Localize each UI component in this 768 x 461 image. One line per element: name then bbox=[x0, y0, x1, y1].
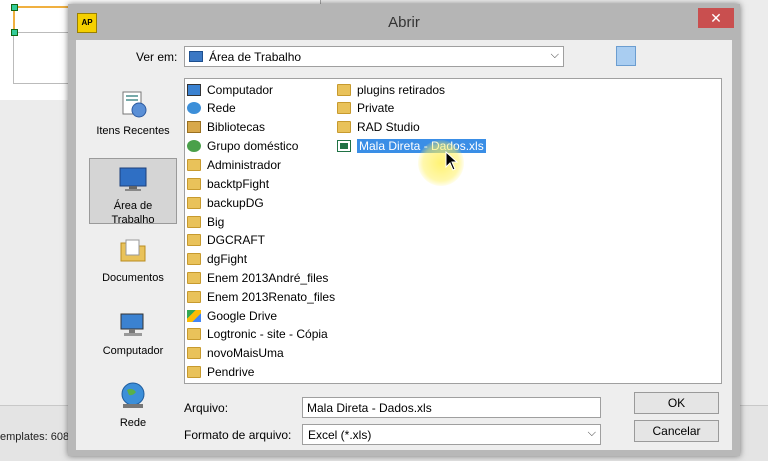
desktop-icon bbox=[119, 167, 147, 191]
dialog-body: Ver em: Área de Trabalho ⌵ Itens Recente… bbox=[76, 40, 732, 450]
computer-icon bbox=[120, 313, 144, 336]
place-label: Computador bbox=[102, 345, 164, 357]
desktop-icon bbox=[189, 51, 203, 62]
list-item[interactable]: backupDG bbox=[187, 194, 264, 212]
computer-icon bbox=[187, 84, 201, 96]
list-item[interactable]: Pendrive bbox=[187, 363, 254, 381]
dialog-titlebar[interactable]: AP Abrir ✕ bbox=[68, 4, 740, 40]
list-item[interactable]: DGCRAFT bbox=[187, 231, 265, 249]
folder-icon bbox=[187, 234, 201, 246]
status-text: emplates: 608 bbox=[0, 431, 70, 443]
place-label: Itens Recentes bbox=[96, 125, 170, 137]
close-button[interactable]: ✕ bbox=[698, 8, 734, 28]
place-label: Rede bbox=[119, 417, 147, 429]
filetype-value: Excel (*.xls) bbox=[308, 428, 372, 442]
documents-icon bbox=[120, 239, 146, 262]
folder-icon bbox=[337, 102, 351, 114]
place-computer[interactable]: Computador bbox=[89, 308, 177, 370]
folder-icon bbox=[337, 121, 351, 133]
list-item[interactable]: Google Drive bbox=[187, 307, 277, 325]
ok-button[interactable]: OK bbox=[634, 392, 719, 414]
folder-icon bbox=[187, 178, 201, 190]
list-item[interactable]: novoMaisUma bbox=[187, 344, 284, 362]
filename-label: Arquivo: bbox=[184, 401, 229, 415]
open-file-dialog: AP Abrir ✕ Ver em: Área de Trabalho ⌵ It… bbox=[68, 4, 740, 456]
list-item[interactable]: RAD Studio bbox=[337, 118, 420, 136]
user-folder-icon bbox=[187, 159, 201, 171]
list-item[interactable]: backtpFight bbox=[187, 175, 269, 193]
place-label: Área de Trabalho bbox=[111, 200, 155, 226]
homegroup-icon bbox=[187, 140, 201, 152]
lookin-label: Ver em: bbox=[136, 50, 178, 64]
file-list[interactable]: Computador Rede Bibliotecas Grupo domést… bbox=[184, 78, 722, 384]
list-item[interactable]: Administrador bbox=[187, 156, 281, 174]
list-item[interactable]: Enem 2013André_files bbox=[187, 269, 328, 287]
folder-icon bbox=[187, 291, 201, 303]
list-item[interactable]: Bibliotecas bbox=[187, 118, 265, 136]
resize-handle[interactable] bbox=[11, 29, 18, 36]
folder-icon bbox=[187, 347, 201, 359]
list-item-selected[interactable]: Mala Direta - Dados.xls bbox=[337, 137, 486, 155]
place-label: Documentos bbox=[102, 272, 164, 284]
folder-icon bbox=[187, 216, 201, 228]
list-item[interactable]: Computador bbox=[187, 81, 273, 99]
folder-icon bbox=[187, 366, 201, 378]
filetype-label: Formato de arquivo: bbox=[184, 428, 292, 442]
folder-icon bbox=[187, 328, 201, 340]
folder-icon bbox=[187, 272, 201, 284]
lookin-dropdown[interactable]: Área de Trabalho ⌵ bbox=[184, 46, 564, 67]
list-item[interactable]: Rede bbox=[187, 99, 236, 117]
filename-input[interactable]: Mala Direta - Dados.xls bbox=[302, 397, 601, 418]
excel-file-icon bbox=[337, 140, 351, 152]
resize-handle[interactable] bbox=[11, 4, 18, 11]
places-bar: Itens Recentes Área de Trabalho Document… bbox=[89, 80, 177, 429]
dialog-title: Abrir bbox=[388, 14, 420, 31]
list-item[interactable]: dgFight bbox=[187, 250, 247, 268]
list-item[interactable]: Big bbox=[187, 213, 224, 231]
recent-items-icon bbox=[122, 91, 147, 118]
folder-icon bbox=[337, 84, 351, 96]
folder-icon bbox=[187, 197, 201, 209]
place-network[interactable]: Rede bbox=[89, 380, 177, 442]
folder-icon bbox=[187, 253, 201, 265]
filetype-dropdown[interactable]: Excel (*.xls) ⌵ bbox=[302, 424, 601, 445]
network-icon bbox=[121, 382, 145, 408]
place-recent-items[interactable]: Itens Recentes bbox=[89, 88, 177, 150]
network-icon bbox=[187, 102, 201, 114]
list-item[interactable]: Logtronic - site - Cópia bbox=[187, 325, 328, 343]
list-item[interactable]: Grupo doméstico bbox=[187, 137, 298, 155]
place-desktop[interactable]: Área de Trabalho bbox=[89, 158, 177, 226]
list-item[interactable]: Enem 2013Renato_files bbox=[187, 288, 335, 306]
mouse-cursor-icon bbox=[445, 151, 459, 171]
list-item[interactable]: Private bbox=[337, 99, 394, 117]
list-item[interactable]: plugins retirados bbox=[337, 81, 445, 99]
view-menu-button[interactable] bbox=[616, 46, 636, 66]
chevron-down-icon: ⌵ bbox=[587, 427, 596, 439]
google-drive-icon bbox=[187, 310, 201, 322]
filename-value: Mala Direta - Dados.xls bbox=[307, 401, 432, 415]
cancel-button[interactable]: Cancelar bbox=[634, 420, 719, 442]
libraries-icon bbox=[187, 121, 201, 133]
lookin-value: Área de Trabalho bbox=[209, 50, 302, 64]
place-documents[interactable]: Documentos bbox=[89, 235, 177, 297]
chevron-down-icon: ⌵ bbox=[550, 49, 559, 61]
